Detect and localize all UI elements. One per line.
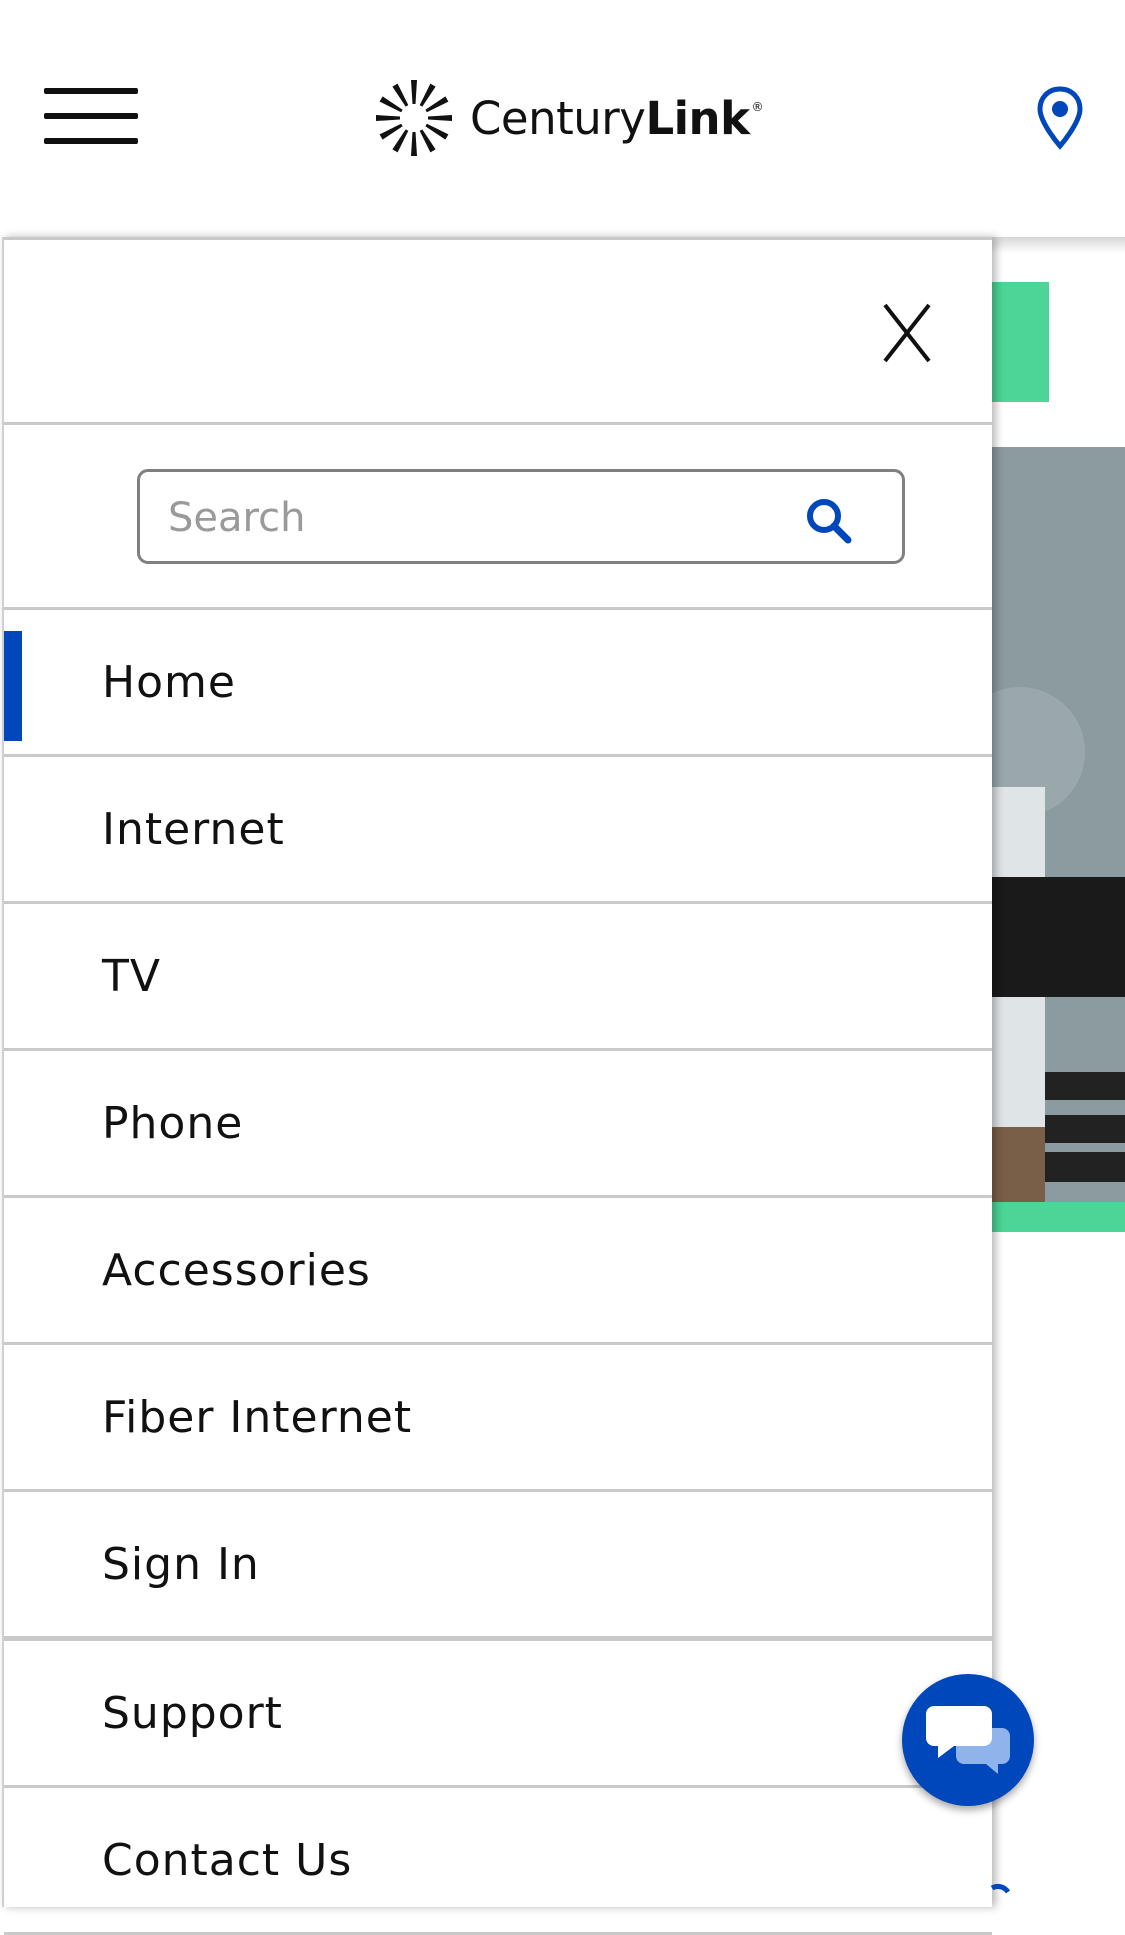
nav-item-label: Accessories xyxy=(102,1244,371,1296)
hamburger-menu-icon[interactable] xyxy=(44,88,138,144)
nav-item-label: Home xyxy=(102,656,236,708)
active-indicator xyxy=(4,631,22,741)
nav-item-fiber-internet[interactable]: Fiber Internet xyxy=(4,1345,992,1492)
nav-item-label: TV xyxy=(102,950,161,1002)
nav-item-contact-us[interactable]: Contact Us xyxy=(4,1788,992,1935)
nav-item-home[interactable]: Home xyxy=(4,610,992,757)
nav-item-label: Contact Us xyxy=(102,1834,353,1886)
nav-item-accessories[interactable]: Accessories xyxy=(4,1198,992,1345)
background-hero-photo xyxy=(985,447,1125,1202)
nav-item-label: Fiber Internet xyxy=(102,1391,413,1443)
centurylink-logo[interactable]: CenturyLink ® xyxy=(374,78,763,158)
nav-item-label: Phone xyxy=(102,1097,244,1149)
nav-item-label: Sign In xyxy=(102,1538,260,1590)
background-partial-icon xyxy=(990,1883,1010,1894)
background-green-stripe xyxy=(985,1202,1125,1232)
nav-item-support[interactable]: Support xyxy=(4,1641,992,1788)
location-pin-icon[interactable] xyxy=(1036,86,1084,154)
nav-item-label: Support xyxy=(102,1687,283,1739)
brand-name-bold: Link xyxy=(645,91,750,145)
chat-button[interactable] xyxy=(902,1674,1034,1806)
search-box xyxy=(137,469,905,564)
nav-item-label: Internet xyxy=(102,803,285,855)
brand-registered-mark: ® xyxy=(751,99,764,114)
nav-item-sign-in[interactable]: Sign In xyxy=(4,1492,992,1641)
search-icon[interactable] xyxy=(804,496,854,550)
brand-name-regular: Century xyxy=(470,91,646,145)
search-input[interactable] xyxy=(168,490,768,546)
nav-item-internet[interactable]: Internet xyxy=(4,757,992,904)
drawer-header xyxy=(4,240,992,425)
centurylink-burst-icon xyxy=(376,80,452,156)
nav-item-tv[interactable]: TV xyxy=(4,904,992,1051)
background-header-shadow xyxy=(985,237,1125,253)
brand-name: CenturyLink ® xyxy=(470,92,763,145)
close-icon[interactable] xyxy=(882,302,932,364)
drawer-search-section xyxy=(4,425,992,610)
nav-item-phone[interactable]: Phone xyxy=(4,1051,992,1198)
top-header: CenturyLink ® xyxy=(0,0,1125,237)
navigation-drawer: Home Internet TV Phone Accessories Fiber… xyxy=(2,237,992,1935)
chat-bubbles-icon xyxy=(926,1706,1010,1774)
